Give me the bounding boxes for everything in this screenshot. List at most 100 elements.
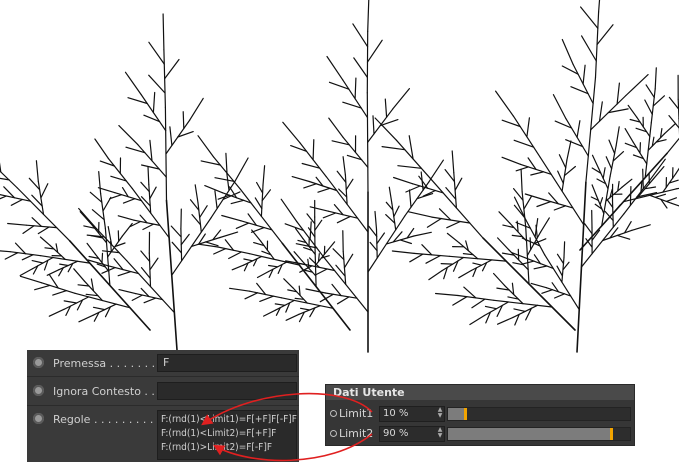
tree-branch (199, 205, 208, 218)
tree-branch (366, 39, 383, 63)
slider-fill (448, 428, 612, 440)
tree-branch (535, 224, 538, 239)
param-row-limit2: Limit2 90 % ▲ ▼ (326, 425, 634, 443)
tree-branch (285, 313, 300, 321)
tree-branch (122, 198, 136, 204)
tree-branch (501, 156, 522, 165)
spinner-arrows-icon[interactable]: ▲ ▼ (436, 407, 444, 419)
tree-branch (46, 269, 60, 276)
slider-handle[interactable] (610, 428, 613, 440)
param-slider[interactable] (447, 427, 631, 441)
tree-branch (493, 272, 506, 286)
tree-branch (458, 269, 472, 279)
slider-handle[interactable] (464, 408, 467, 420)
tree-branch (52, 290, 68, 296)
tree-branch (605, 156, 613, 170)
tree-branch (372, 115, 375, 135)
tree-branch (345, 178, 354, 191)
tree-branch (393, 176, 413, 185)
tree-branch (180, 233, 190, 246)
rules-row: Regole . . . . . . . . . . F:(rnd(1)<Lim… (27, 408, 299, 462)
tree-branch (256, 270, 270, 279)
tree-branch (376, 232, 385, 245)
keyframe-dot-icon[interactable] (330, 430, 337, 437)
tree-branch (219, 231, 239, 239)
tree-branch (148, 41, 165, 65)
tree-branch (446, 220, 461, 229)
tree-branch (303, 183, 317, 189)
tree-branch (164, 58, 180, 80)
spinner-arrows-icon[interactable]: ▲ ▼ (436, 427, 444, 439)
tree-branch (4, 252, 19, 260)
tree-branch (384, 98, 388, 118)
tree-branch (336, 296, 350, 305)
tree-branch (391, 250, 415, 254)
tree-branch (539, 217, 550, 233)
tree-branch (109, 241, 112, 253)
tree-branch (40, 183, 49, 199)
user-data-title: Dati Utente (326, 385, 634, 400)
tree-branch (520, 168, 523, 192)
tree-branch (328, 117, 344, 138)
tree-branch (121, 222, 133, 237)
tree-branch (343, 253, 354, 269)
tree-branch (367, 0, 370, 32)
rules-field[interactable]: F:(rnd(1)<Limit1)=F[+F]F[-F]F F:(rnd(1)<… (157, 410, 297, 460)
tree-branch (616, 234, 631, 240)
tree-branch (170, 225, 182, 238)
radio-button-icon[interactable] (33, 385, 44, 396)
tree-branch (413, 231, 432, 237)
tree-branch (354, 77, 357, 100)
tree-branch (654, 193, 667, 198)
ignore-context-field[interactable] (157, 382, 297, 400)
tree-branch (579, 6, 599, 29)
tree-branch (228, 251, 242, 260)
tree-branch (604, 210, 614, 222)
premise-field[interactable]: F (157, 354, 297, 372)
ignore-context-row: Ignora Contesto . . (27, 380, 299, 402)
radio-button-icon[interactable] (33, 357, 44, 368)
tree-branch (665, 197, 678, 202)
tree-branch (140, 181, 150, 193)
tree-branch (197, 135, 215, 158)
keyframe-dot-icon[interactable] (330, 410, 337, 417)
tree-branch (314, 219, 323, 231)
tree-left (0, 13, 249, 351)
tree-branch (671, 202, 679, 207)
radio-button-icon[interactable] (33, 413, 44, 424)
tree-branch (149, 186, 157, 200)
tree-branch (428, 270, 443, 281)
tree-branch (235, 222, 250, 229)
tree-branch (35, 160, 39, 182)
tree-branch (668, 114, 679, 129)
tree-branch (336, 215, 351, 224)
tree-branch (332, 248, 345, 261)
tree-branch (435, 292, 459, 297)
tree-branch (428, 159, 444, 183)
tree-branch (498, 211, 511, 224)
param-slider[interactable] (447, 407, 631, 421)
tree-branch (204, 185, 223, 194)
tree-branch (497, 316, 514, 325)
tree-branch (353, 57, 368, 79)
tree-branch (21, 254, 34, 261)
tree-branch (86, 242, 96, 255)
tree-branch (561, 38, 574, 66)
param-name: Limit1 (339, 407, 374, 420)
tree-branch (405, 185, 421, 193)
tree-branch (250, 227, 265, 233)
tree-branch (597, 0, 601, 13)
tree-branch (101, 252, 104, 264)
tree-branch (189, 97, 204, 121)
ignore-context-label: Ignora Contesto . . (53, 385, 155, 398)
tree-branch (629, 186, 632, 206)
tree-branch (644, 99, 653, 116)
tree-branch (583, 223, 593, 235)
tree-branch (124, 71, 142, 96)
tree-branch (388, 186, 393, 205)
tree-branch (169, 126, 173, 146)
tree-branch (397, 165, 422, 169)
tree-branch (627, 104, 638, 118)
lsystem-attribute-panel: Premessa . . . . . . . . F Ignora Contes… (27, 350, 299, 462)
tree-branch (73, 268, 86, 282)
